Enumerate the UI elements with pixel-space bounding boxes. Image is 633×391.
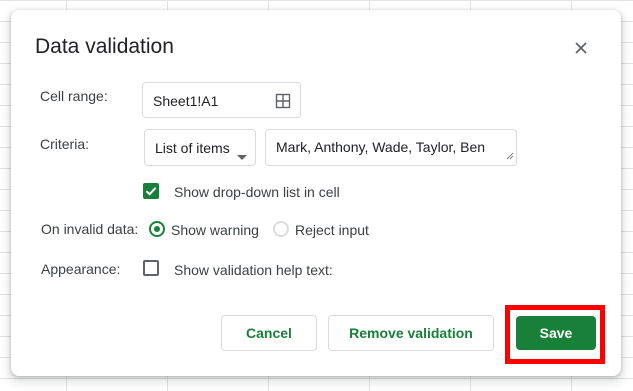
reject-input-radio[interactable] bbox=[273, 221, 289, 237]
show-dropdown-checkbox[interactable] bbox=[143, 183, 159, 199]
criteria-selected-value: List of items bbox=[155, 140, 230, 156]
checkmark-icon bbox=[145, 187, 157, 196]
remove-validation-button[interactable]: Remove validation bbox=[328, 315, 494, 351]
caret-down-icon bbox=[237, 147, 247, 163]
show-help-text-checkbox[interactable] bbox=[143, 260, 159, 276]
cancel-button[interactable]: Cancel bbox=[221, 315, 317, 351]
reject-input-label: Reject input bbox=[295, 222, 369, 238]
show-warning-radio[interactable] bbox=[149, 221, 165, 237]
invalid-data-label: On invalid data: bbox=[41, 221, 139, 237]
show-dropdown-label: Show drop-down list in cell bbox=[174, 184, 340, 200]
show-warning-label: Show warning bbox=[171, 222, 259, 238]
grid-select-icon[interactable] bbox=[275, 93, 291, 112]
cell-range-label: Cell range: bbox=[40, 88, 108, 104]
dialog-title: Data validation bbox=[35, 35, 174, 58]
list-items-value: Mark, Anthony, Wade, Taylor, Ben bbox=[276, 139, 486, 155]
show-help-text-label: Show validation help text: bbox=[174, 262, 333, 278]
criteria-select[interactable]: List of items bbox=[144, 129, 256, 166]
cell-range-input[interactable]: Sheet1!A1 bbox=[142, 82, 301, 118]
criteria-label: Criteria: bbox=[40, 136, 90, 152]
appearance-label: Appearance: bbox=[41, 261, 121, 277]
close-icon[interactable] bbox=[567, 34, 595, 62]
data-validation-dialog: Data validation Cell range: Sheet1!A1 Cr… bbox=[11, 10, 621, 376]
list-items-input[interactable]: Mark, Anthony, Wade, Taylor, Ben bbox=[265, 129, 517, 166]
save-button[interactable]: Save bbox=[516, 316, 596, 350]
cell-range-value: Sheet1!A1 bbox=[153, 93, 219, 109]
resize-handle-icon[interactable] bbox=[506, 147, 514, 163]
